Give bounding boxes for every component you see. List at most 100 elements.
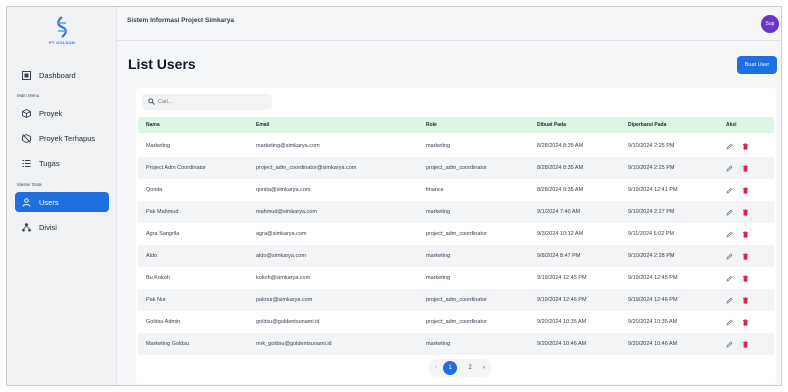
edit-icon[interactable] — [726, 143, 733, 150]
cell-email: marketing@simkarya.com — [256, 143, 320, 149]
edit-icon[interactable] — [726, 253, 733, 260]
dashboard-icon — [19, 68, 33, 82]
table-row: Pak Mahmud mahmud@simkarya.com marketing 9/… — [138, 201, 774, 223]
cell-role: project_adm_coordinator — [426, 319, 487, 325]
edit-icon[interactable] — [726, 187, 733, 194]
cell-updated: 9/10/2024 2:25 PM — [628, 143, 675, 149]
prev-page-icon[interactable]: ‹ — [435, 365, 437, 371]
table-row: Qonita qonita@simkarya.com finance 8/28/202… — [138, 179, 774, 201]
cell-email: agra@simkarya.com — [256, 231, 307, 237]
next-page-icon[interactable]: › — [483, 365, 485, 371]
column-header-updated[interactable]: Diperbarui Pada — [628, 122, 666, 128]
edit-icon[interactable] — [726, 275, 733, 282]
cell-updated: 9/19/2024 12:41 PM — [628, 187, 678, 193]
search-box[interactable] — [142, 94, 272, 110]
sidebar-item-label: Divisi — [39, 222, 57, 232]
column-header-created[interactable]: Dibuat Pada — [537, 122, 566, 128]
cell-role: marketing — [426, 143, 451, 149]
delete-icon[interactable] — [742, 296, 749, 304]
row-actions — [726, 164, 749, 172]
pagination: ‹ 1 2 › — [428, 359, 492, 377]
cell-name: Goldsu Admin — [146, 319, 181, 325]
delete-icon[interactable] — [742, 274, 749, 282]
cell-created: 9/19/2024 12:45 PM — [537, 275, 587, 281]
delete-icon[interactable] — [742, 318, 749, 326]
sidebar-item-label: Proyek Terhapus — [39, 133, 96, 143]
sidebar-item-proyek[interactable]: Proyek — [15, 103, 109, 123]
cell-email: paknur@simkarya.com — [256, 297, 313, 303]
cell-created: 9/19/2024 12:46 PM — [537, 297, 587, 303]
page-title: List Users — [128, 56, 196, 72]
page-2-button[interactable]: 2 — [463, 361, 477, 375]
column-header-name[interactable]: Nama — [146, 122, 160, 128]
page-1-button[interactable]: 1 — [443, 361, 457, 375]
cell-name: Bu Kokoh — [146, 275, 170, 281]
delete-icon[interactable] — [742, 186, 749, 194]
sidebar-item-divisi[interactable]: Divisi — [15, 217, 109, 237]
cell-created: 9/1/2024 7:40 AM — [537, 209, 581, 215]
cell-created: 8/28/2024 8:35 AM — [537, 187, 584, 193]
cell-role: marketing — [426, 275, 451, 281]
cell-updated: 9/11/2024 6:02 PM — [628, 231, 675, 237]
cell-updated: 9/19/2024 12:46 PM — [628, 297, 678, 303]
box-off-icon — [19, 131, 33, 145]
create-user-button[interactable]: Buat User — [737, 56, 777, 74]
cell-email: kokoh@simkarya.com — [256, 275, 311, 281]
table-row: Aldo aldo@simkarya.com marketing 9/8/2024 8… — [138, 245, 774, 267]
cell-created: 9/8/2024 8:47 PM — [537, 253, 581, 259]
delete-icon[interactable] — [742, 340, 749, 348]
cell-email: project_adm_coordinator@simkarya.com — [256, 165, 357, 171]
row-actions — [726, 340, 749, 348]
sidebar-item-users[interactable]: Users — [15, 192, 109, 212]
cell-name: Marketing — [146, 143, 171, 149]
row-actions — [726, 274, 749, 282]
column-header-email[interactable]: Email — [256, 122, 269, 128]
cell-role: project_adm_coordinator — [426, 297, 487, 303]
sidebar-item-label: Tugas — [39, 158, 60, 168]
edit-icon[interactable] — [726, 165, 733, 172]
app-title: Sistem Informasi Project Simkarya — [127, 17, 234, 24]
cell-email: aldo@simkarya.com — [256, 253, 306, 259]
column-header-role[interactable]: Role — [426, 122, 437, 128]
delete-icon[interactable] — [742, 142, 749, 150]
cell-role: project_adm_coordinator — [426, 231, 487, 237]
delete-icon[interactable] — [742, 208, 749, 216]
cell-role: marketing — [426, 209, 451, 215]
edit-icon[interactable] — [726, 231, 733, 238]
edit-icon[interactable] — [726, 319, 733, 326]
user-avatar[interactable]: Sup — [761, 15, 779, 33]
sidebar-item-dashboard[interactable]: Dashboard — [15, 65, 109, 85]
cell-name: Qonita — [146, 187, 163, 193]
top-bar: Sistem Informasi Project Simkarya Sup — [117, 7, 781, 41]
column-header-actions: Aksi — [726, 122, 737, 128]
edit-icon[interactable] — [726, 209, 733, 216]
org-chart-icon — [19, 220, 33, 234]
row-actions — [726, 142, 749, 150]
row-actions — [726, 230, 749, 238]
cell-updated: 9/10/2024 2:27 PM — [628, 209, 675, 215]
edit-icon[interactable] — [726, 297, 733, 304]
edit-icon[interactable] — [726, 341, 733, 348]
cell-updated: 9/10/2024 2:25 PM — [628, 165, 675, 171]
table-row: Bu Kokoh kokoh@simkarya.com marketing 9/19/… — [138, 267, 774, 289]
sidebar-item-label: Dashboard — [39, 70, 76, 80]
cell-email: goldsu@goldentsunami.id — [256, 319, 320, 325]
cell-name: Agra Sangrila — [146, 231, 180, 237]
sidebar-item-label: Users — [39, 197, 59, 207]
logo-text: PT GOLSUN — [48, 40, 76, 45]
delete-icon[interactable] — [742, 252, 749, 260]
cell-role: marketing — [426, 253, 451, 259]
delete-icon[interactable] — [742, 230, 749, 238]
cell-role: project_adm_coordinator — [426, 165, 487, 171]
section-label-master-data: Master Data — [17, 182, 42, 187]
sidebar-item-proyek-terhapus[interactable]: Proyek Terhapus — [15, 128, 109, 148]
table-row: Marketing Goldsu mrk_goldsu@goldentsunami… — [138, 333, 774, 355]
sidebar-item-tugas[interactable]: Tugas — [15, 153, 109, 173]
cell-email: qonita@simkarya.com — [256, 187, 311, 193]
users-icon — [19, 195, 33, 209]
table-row: Pak Nur paknur@simkarya.com project_adm_co… — [138, 289, 774, 311]
delete-icon[interactable] — [742, 164, 749, 172]
cell-updated: 9/10/2024 2:28 PM — [628, 253, 675, 259]
search-input[interactable] — [158, 99, 258, 105]
cell-name: Pak Nur — [146, 297, 166, 303]
